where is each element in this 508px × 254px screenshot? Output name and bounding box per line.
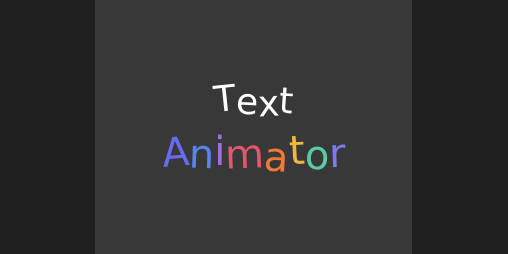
preview-stage: Text Animator [0,0,508,254]
title-line-animator: Animator [95,127,412,182]
animator-letter-1: A [159,129,191,177]
animator-letter-7: o [303,132,330,180]
text-letter-4: t [277,80,295,123]
animator-letter-6: t [287,127,306,175]
animator-letter-4: m [224,131,266,179]
animator-letter-8: r [328,130,347,178]
text-letter-1: T [211,77,238,122]
left-margin [0,0,95,254]
animator-letter-5: a [262,134,291,182]
title-line-text: Text [95,77,412,126]
text-letter-2: e [234,81,259,124]
animation-canvas: Text Animator [95,0,412,254]
right-margin [412,0,508,254]
animator-letter-2: n [188,131,216,179]
